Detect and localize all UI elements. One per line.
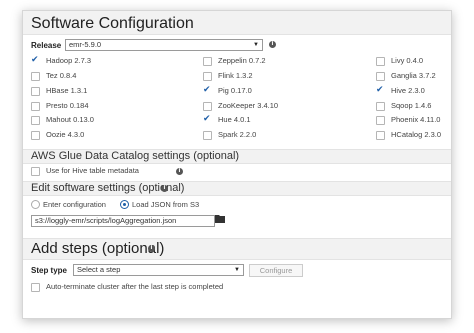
application-label: Mahout 0.13.0 <box>46 115 94 124</box>
page-title: Software Configuration <box>31 15 194 32</box>
application-option[interactable]: Tez 0.8.4 <box>31 71 111 81</box>
info-icon[interactable]: i <box>148 245 155 252</box>
auto-terminate-label: Auto-terminate cluster after the last st… <box>46 282 224 291</box>
application-option[interactable]: Oozie 4.3.0 <box>31 130 111 140</box>
application-checkbox[interactable] <box>31 87 40 96</box>
glue-checkbox[interactable] <box>31 167 40 176</box>
application-option[interactable]: Flink 1.3.2 <box>203 71 283 81</box>
glue-option[interactable]: Use for Hive table metadata <box>31 166 231 176</box>
glue-option-label: Use for Hive table metadata <box>46 166 139 175</box>
application-option[interactable]: ZooKeeper 3.4.10 <box>203 101 283 111</box>
application-option[interactable]: ✔ Hue 4.0.1 <box>203 114 283 125</box>
info-icon[interactable]: i <box>161 185 168 192</box>
application-option[interactable]: Spark 2.2.0 <box>203 130 283 140</box>
step-type-select-value: Select a step <box>77 265 121 274</box>
info-icon[interactable]: i <box>176 168 183 175</box>
application-label: Phoenix 4.11.0 <box>391 115 441 124</box>
load-json-label: Load JSON from S3 <box>132 200 200 209</box>
auto-terminate-checkbox[interactable] <box>31 283 40 292</box>
chevron-down-icon: ▼ <box>253 42 259 48</box>
application-checkbox[interactable] <box>31 116 40 125</box>
application-checkbox[interactable] <box>376 131 385 140</box>
application-label: Ganglia 3.7.2 <box>391 71 436 80</box>
application-option[interactable]: Ganglia 3.7.2 <box>376 71 456 81</box>
application-label: HBase 1.3.1 <box>46 86 88 95</box>
application-label: Hue 4.0.1 <box>218 115 251 124</box>
application-option[interactable]: HBase 1.3.1 <box>31 86 111 96</box>
application-checkbox[interactable] <box>31 131 40 140</box>
application-label: Hive 2.3.0 <box>391 86 425 95</box>
application-label: Pig 0.17.0 <box>218 86 252 95</box>
steps-title: Add steps (optional) <box>31 240 165 257</box>
application-option[interactable]: Zeppelin 0.7.2 <box>203 56 283 66</box>
application-label: Sqoop 1.4.6 <box>391 101 432 110</box>
application-label: Hadoop 2.7.3 <box>46 56 92 65</box>
application-label: Spark 2.2.0 <box>218 130 257 139</box>
checkmark-icon[interactable]: ✔ <box>376 85 384 95</box>
application-label: Presto 0.184 <box>46 101 89 110</box>
checkmark-icon[interactable]: ✔ <box>203 85 211 95</box>
application-option[interactable]: ✔ Hive 2.3.0 <box>376 85 456 96</box>
application-option[interactable]: Sqoop 1.4.6 <box>376 101 456 111</box>
application-option[interactable]: Presto 0.184 <box>31 101 111 111</box>
enter-configuration-radio[interactable] <box>31 200 40 209</box>
application-option[interactable]: Mahout 0.13.0 <box>31 115 111 125</box>
application-label: Livy 0.4.0 <box>391 56 424 65</box>
application-label: Zeppelin 0.7.2 <box>218 56 266 65</box>
release-select[interactable]: emr-5.9.0 ▼ <box>65 39 263 51</box>
application-checkbox[interactable] <box>376 57 385 66</box>
application-option[interactable]: ✔ Pig 0.17.0 <box>203 85 283 96</box>
application-checkbox[interactable] <box>203 72 212 81</box>
application-option[interactable]: Livy 0.4.0 <box>376 56 456 66</box>
application-checkbox[interactable] <box>31 72 40 81</box>
configure-button[interactable]: Configure <box>249 264 303 277</box>
load-json-radio[interactable] <box>120 200 129 209</box>
application-checkbox[interactable] <box>376 72 385 81</box>
info-icon[interactable]: i <box>269 41 276 48</box>
application-label: HCatalog 2.3.0 <box>391 130 442 139</box>
application-option[interactable]: ✔ Hadoop 2.7.3 <box>31 55 111 66</box>
application-checkbox[interactable] <box>203 57 212 66</box>
application-label: Flink 1.3.2 <box>218 71 253 80</box>
enter-configuration-label: Enter configuration <box>43 200 106 209</box>
application-checkbox[interactable] <box>376 116 385 125</box>
application-option[interactable]: Phoenix 4.11.0 <box>376 115 456 125</box>
s3-path-input[interactable]: s3://loggly-emr/scripts/logAggregation.j… <box>31 215 215 227</box>
application-checkbox[interactable] <box>203 131 212 140</box>
release-select-value: emr-5.9.0 <box>69 40 102 49</box>
glue-title: AWS Glue Data Catalog settings (optional… <box>31 150 240 162</box>
application-checkbox[interactable] <box>376 102 385 111</box>
application-option[interactable]: HCatalog 2.3.0 <box>376 130 456 140</box>
release-label: Release <box>31 41 62 50</box>
software-configuration-panel: Software Configuration Release emr-5.9.0… <box>22 10 452 319</box>
checkmark-icon[interactable]: ✔ <box>203 114 211 124</box>
chevron-down-icon: ▼ <box>234 267 240 273</box>
application-checkbox[interactable] <box>203 102 212 111</box>
application-label: Tez 0.8.4 <box>46 71 77 80</box>
checkmark-icon[interactable]: ✔ <box>31 55 39 65</box>
auto-terminate-option[interactable]: Auto-terminate cluster after the last st… <box>31 282 271 292</box>
application-label: Oozie 4.3.0 <box>46 130 85 139</box>
step-type-select[interactable]: Select a step ▼ <box>73 264 244 276</box>
application-label: ZooKeeper 3.4.10 <box>218 101 279 110</box>
application-checkbox[interactable] <box>31 102 40 111</box>
step-type-label: Step type <box>31 266 68 275</box>
folder-icon[interactable] <box>215 214 225 225</box>
